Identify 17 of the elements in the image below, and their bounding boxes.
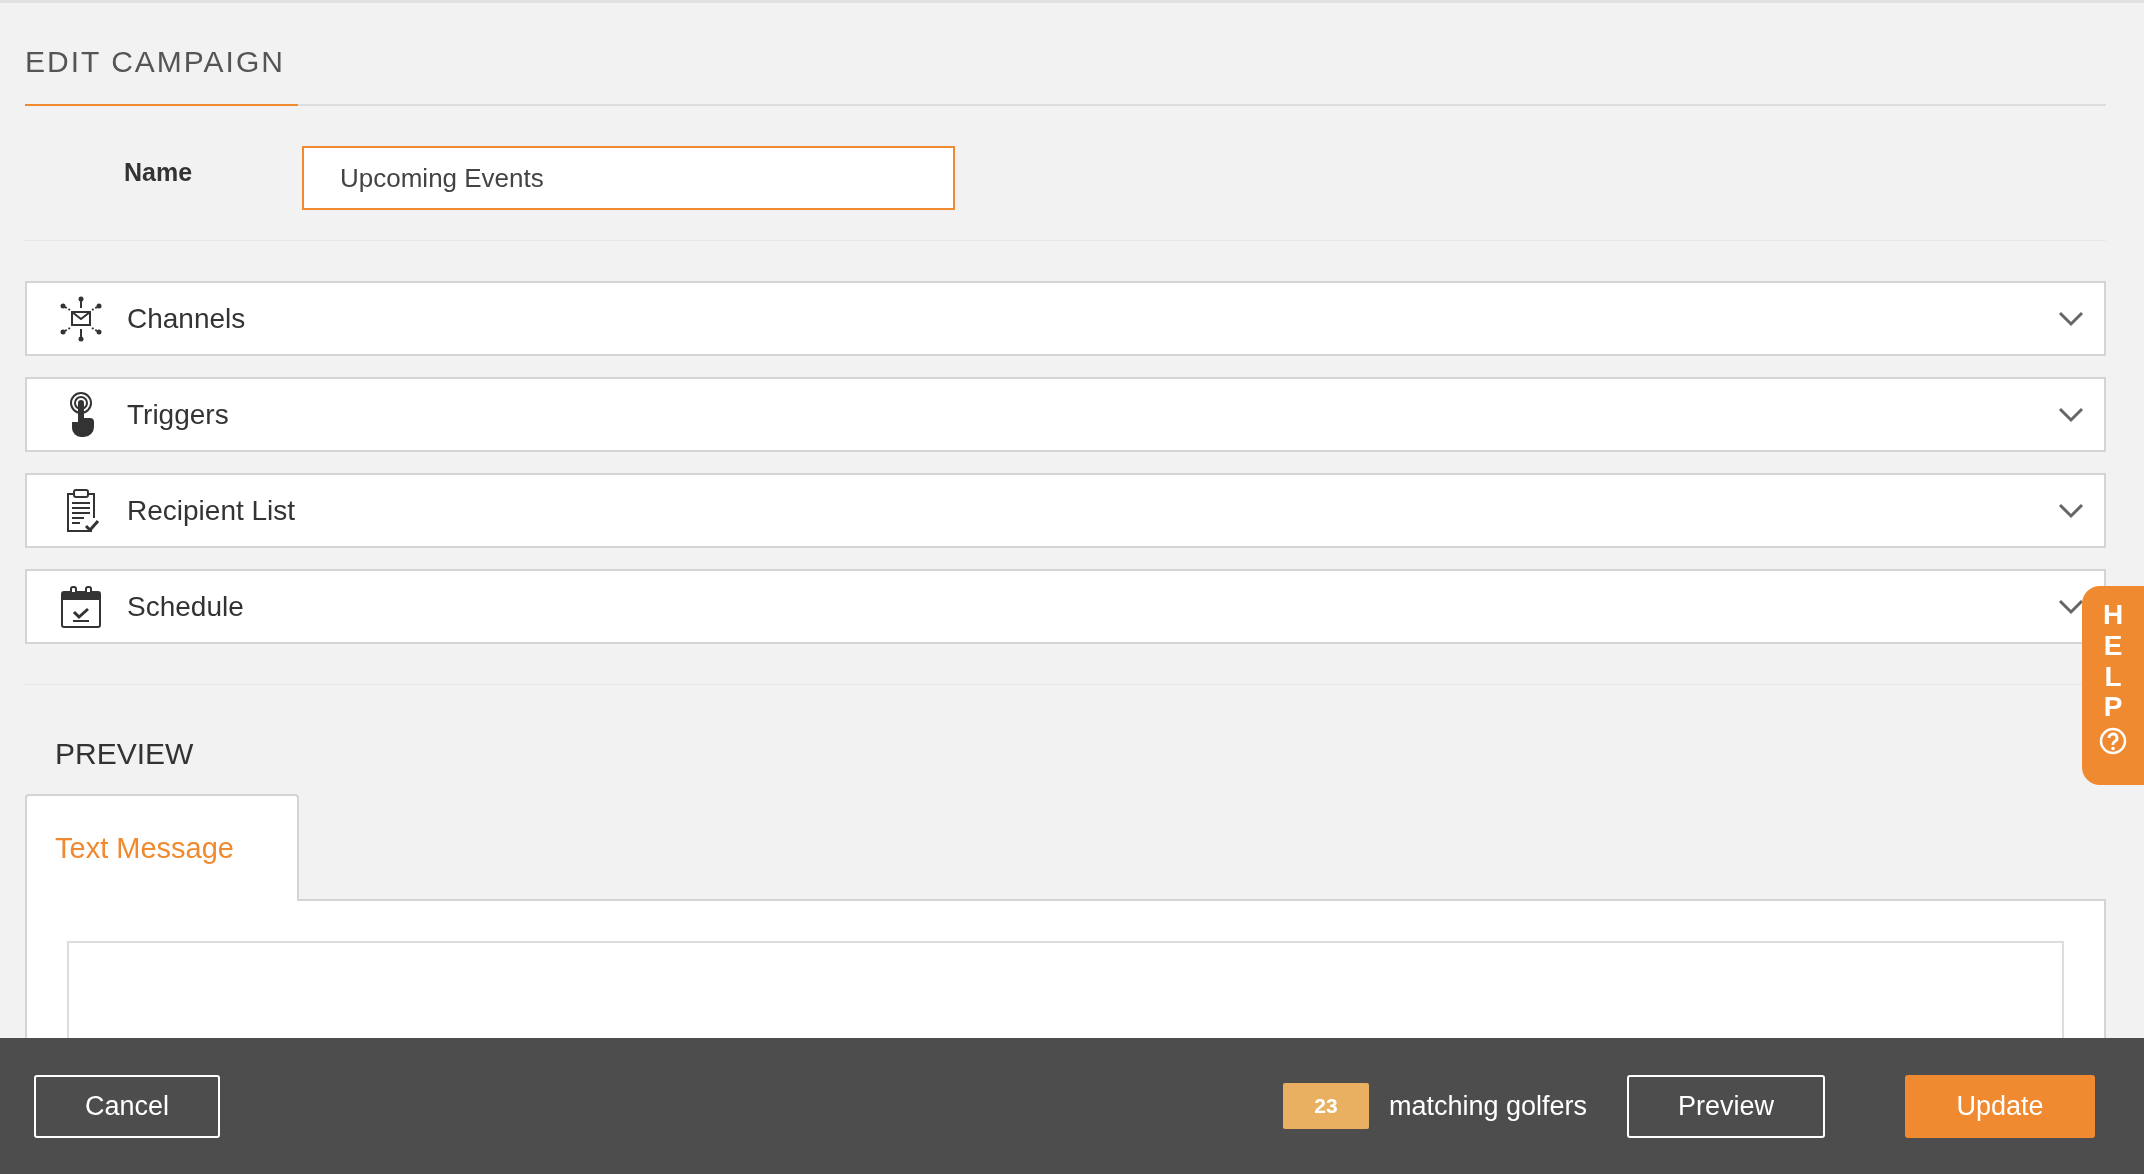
accordion-header[interactable]: Triggers bbox=[25, 377, 2106, 452]
chevron-down-icon bbox=[2058, 502, 2084, 519]
name-input[interactable]: Upcoming Events bbox=[302, 146, 955, 210]
cancel-button[interactable]: Cancel bbox=[34, 1074, 220, 1138]
accordion-header[interactable]: Channels bbox=[25, 281, 2106, 356]
chevron-down-icon bbox=[2058, 406, 2084, 423]
accordion-header[interactable]: Schedule bbox=[25, 569, 2106, 644]
count-badge: 23 bbox=[1282, 1083, 1369, 1129]
preview-button[interactable]: Preview bbox=[1627, 1074, 1825, 1138]
chevron-down-icon bbox=[2058, 310, 2084, 327]
accordion-header[interactable]: Recipient List bbox=[25, 473, 2106, 548]
question-circle-icon bbox=[2099, 727, 2127, 756]
chevron-down-icon bbox=[2058, 598, 2084, 615]
field-label: Name bbox=[124, 157, 194, 189]
matching-count-label: matching golfers bbox=[1388, 1089, 1587, 1123]
page-title: EDIT CAMPAIGN bbox=[25, 44, 285, 80]
section-heading: PREVIEW bbox=[54, 736, 195, 772]
